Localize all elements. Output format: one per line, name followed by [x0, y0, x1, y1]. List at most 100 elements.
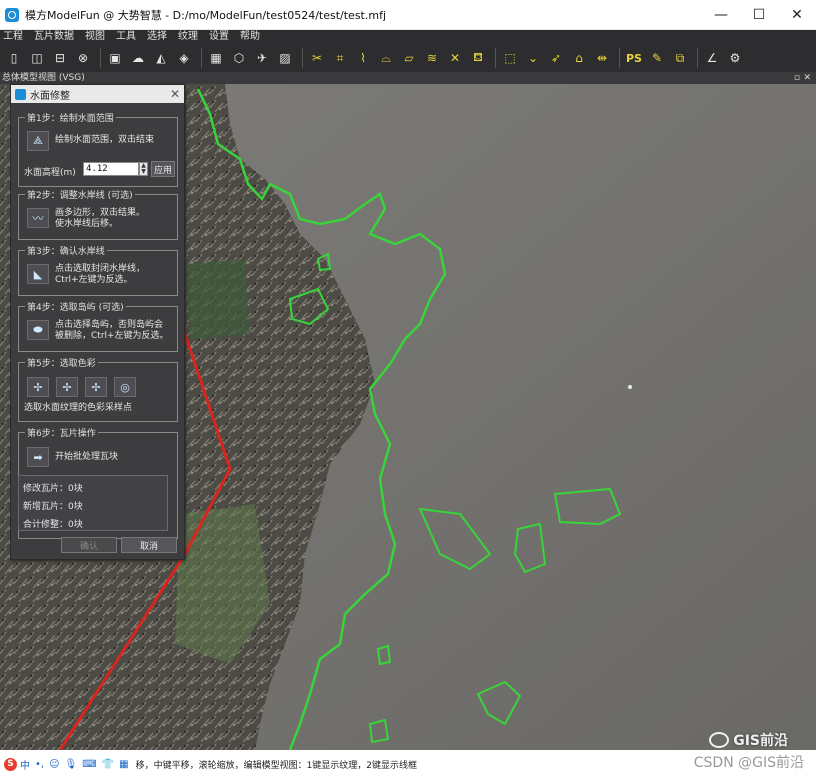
- step4-label: 第4步：选取岛屿 (可选): [25, 300, 126, 313]
- gear-icon[interactable]: ⚙: [725, 48, 745, 68]
- total-trimmed-count: 合计修整：0块: [23, 520, 83, 530]
- watermark-line1: GIS前沿: [733, 733, 788, 749]
- step3-label: 第3步：确认水岸线: [25, 244, 107, 257]
- menu-project[interactable]: 工程: [3, 30, 23, 44]
- menu-bar: 工程 瓦片数据 视图 工具 选择 纹理 设置 帮助: [0, 30, 816, 44]
- close-view-icon[interactable]: ✕: [803, 72, 811, 84]
- confirm-button[interactable]: 确认: [61, 537, 117, 553]
- sample-point: [628, 385, 632, 389]
- elevation-label: 水面高程(m): [24, 168, 76, 178]
- image-icon[interactable]: ▨: [275, 48, 295, 68]
- measure-angle-icon[interactable]: ∠: [702, 48, 722, 68]
- ime-punctuation-icon[interactable]: •,: [35, 759, 44, 770]
- menu-select[interactable]: 选择: [147, 30, 167, 44]
- elevation-input[interactable]: 4.12: [83, 162, 139, 176]
- sogou-logo-icon[interactable]: S: [4, 757, 17, 771]
- toolbar-divider: [201, 48, 202, 68]
- plane-icon[interactable]: ✈: [252, 48, 272, 68]
- grid-icon[interactable]: ▦: [206, 48, 226, 68]
- open-book-icon[interactable]: ◫: [27, 48, 47, 68]
- step1-label: 第1步：绘制水面范围: [25, 111, 116, 124]
- pointer-icon[interactable]: ➶: [546, 48, 566, 68]
- step4-desc-line2: 被删除，Ctrl+左键为反选。: [55, 331, 169, 341]
- ime-voice-icon[interactable]: 🎙: [65, 759, 78, 770]
- water-trim-dialog: 水面修整 ✕ 第1步：绘制水面范围 ⟁ 绘制水面范围，双击结束 水面高程(m) …: [10, 84, 185, 560]
- layers-icon[interactable]: ◈: [174, 48, 194, 68]
- brush-icon[interactable]: ✎: [647, 48, 667, 68]
- toolbar-divider: [697, 48, 698, 68]
- view-tab-label: 总体模型视图 (VSG): [2, 73, 85, 83]
- color-picker-1-button[interactable]: ✢: [27, 377, 49, 397]
- step4-desc-line1: 点击选择岛屿，否则岛屿会: [55, 320, 164, 330]
- draw-water-area-button[interactable]: ⟁: [27, 131, 49, 151]
- move-icon[interactable]: ⇹: [592, 48, 612, 68]
- step2-desc-line1: 画多边形，双击结果。: [55, 208, 146, 218]
- view-tab[interactable]: 总体模型视图 (VSG) ▫ ✕: [0, 72, 816, 84]
- ime-skin-icon[interactable]: 👕: [102, 759, 114, 770]
- menu-help[interactable]: 帮助: [240, 30, 260, 44]
- step1-group: 第1步：绘制水面范围 ⟁ 绘制水面范围，双击结束 水面高程(m) 4.12 ▲ ▼…: [18, 111, 178, 187]
- paint-bucket-icon[interactable]: ⛾: [468, 48, 488, 68]
- ime-chinese-mode[interactable]: 中: [20, 757, 30, 772]
- close-button[interactable]: ✕: [778, 0, 816, 30]
- copy-texture-icon[interactable]: ⧉: [670, 48, 690, 68]
- save-icon[interactable]: ⊟: [50, 48, 70, 68]
- ime-keyboard-icon[interactable]: ⌨: [82, 759, 96, 770]
- new-file-icon[interactable]: ▯: [4, 48, 24, 68]
- stop-icon[interactable]: ▣: [105, 48, 125, 68]
- bridge-icon[interactable]: ⌓: [376, 48, 396, 68]
- minimize-button[interactable]: —: [702, 0, 740, 30]
- color-picker-3-button[interactable]: ✢: [85, 377, 107, 397]
- wechat-logo-icon: [709, 732, 730, 748]
- float-icon[interactable]: ▫: [794, 72, 800, 84]
- step2-group: 第2步：调整水岸线 (可选) 〰 画多边形，双击结果。 使水岸线后移。: [18, 188, 178, 240]
- cancel-button[interactable]: 取消: [121, 537, 177, 553]
- step6-label: 第6步：瓦片操作: [25, 426, 98, 439]
- flatten-icon[interactable]: ⌇: [353, 48, 373, 68]
- tree-cut-icon[interactable]: ✕: [445, 48, 465, 68]
- crop-icon[interactable]: ⌗: [330, 48, 350, 68]
- toolbar-divider: [619, 48, 620, 68]
- tile-stats-box: 修改瓦片：0块 新增瓦片：0块 合计修整：0块: [18, 475, 168, 531]
- step5-label: 第5步：选取色彩: [25, 356, 98, 369]
- added-tiles-count: 新增瓦片：0块: [23, 502, 83, 512]
- cloud-icon[interactable]: ☁: [128, 48, 148, 68]
- csdn-watermark: CSDN @GIS前沿: [693, 755, 804, 771]
- plane-fit-icon[interactable]: ▱: [399, 48, 419, 68]
- batch-process-label: 开始批处理瓦块: [55, 452, 119, 462]
- dialog-title: 水面修整: [30, 90, 70, 102]
- dialog-title-bar[interactable]: 水面修整 ✕: [11, 85, 184, 103]
- batch-process-button[interactable]: ➡: [27, 447, 49, 467]
- photoshop-button[interactable]: PS: [624, 48, 644, 68]
- status-hint-text: 移，中键平移，滚轮缩放，编辑模型视图：1键显示纹理，2键显示线框: [135, 760, 418, 771]
- confirm-shoreline-button[interactable]: ◣: [27, 264, 49, 284]
- building-icon[interactable]: ⌂: [569, 48, 589, 68]
- step3-group: 第3步：确认水岸线 ◣ 点击选取封闭水岸线， Ctrl+左键为反选。: [18, 244, 178, 296]
- close-circle-icon[interactable]: ⊗: [73, 48, 93, 68]
- adjust-shoreline-button[interactable]: 〰: [27, 208, 49, 228]
- ime-emoji-icon[interactable]: ☺: [49, 759, 59, 770]
- smooth-icon[interactable]: ≋: [422, 48, 442, 68]
- select-island-button[interactable]: ⬬: [27, 320, 49, 340]
- cube-icon[interactable]: ⬡: [229, 48, 249, 68]
- color-sample-view-button[interactable]: ◎: [114, 377, 136, 397]
- maximize-button[interactable]: ☐: [740, 0, 778, 30]
- scissors-icon[interactable]: ✂: [307, 48, 327, 68]
- ime-toolbar: S 中 •, ☺ 🎙 ⌨ 👕 ▦: [4, 757, 134, 772]
- menu-texture[interactable]: 纹理: [178, 30, 198, 44]
- terrain-icon[interactable]: ◭: [151, 48, 171, 68]
- menu-settings[interactable]: 设置: [209, 30, 229, 44]
- apply-button[interactable]: 应用: [151, 161, 175, 177]
- menu-tools[interactable]: 工具: [116, 30, 136, 44]
- dialog-close-icon[interactable]: ✕: [170, 87, 180, 101]
- ime-toolbox-icon[interactable]: ▦: [119, 759, 128, 770]
- water-icon[interactable]: ⌄: [523, 48, 543, 68]
- color-picker-2-button[interactable]: ✢: [56, 377, 78, 397]
- toolbar-divider: [100, 48, 101, 68]
- step3-desc-line1: 点击选取封闭水岸线，: [55, 264, 146, 274]
- step4-group: 第4步：选取岛屿 (可选) ⬬ 点击选择岛屿，否则岛屿会 被删除，Ctrl+左键…: [18, 300, 178, 352]
- menu-view[interactable]: 视图: [85, 30, 105, 44]
- menu-tile-data[interactable]: 瓦片数据: [34, 30, 74, 44]
- elevation-spinner[interactable]: ▲ ▼: [139, 162, 148, 176]
- select-rect-icon[interactable]: ⬚: [500, 48, 520, 68]
